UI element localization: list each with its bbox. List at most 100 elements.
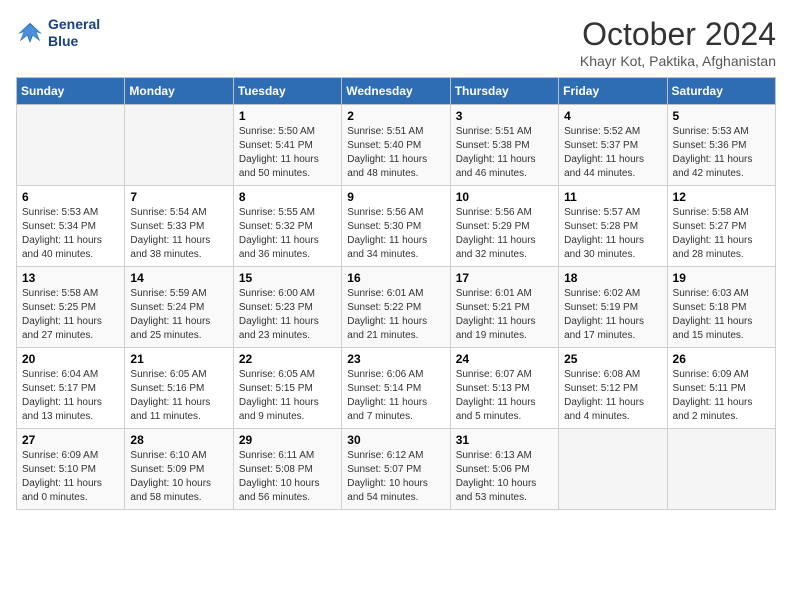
calendar-cell: 16 Sunrise: 6:01 AMSunset: 5:22 PMDayligh… xyxy=(342,267,450,348)
week-row-2: 6 Sunrise: 5:53 AMSunset: 5:34 PMDaylight… xyxy=(17,186,776,267)
day-info: Sunrise: 5:52 AMSunset: 5:37 PMDaylight:… xyxy=(564,125,661,181)
calendar-cell: 8 Sunrise: 5:55 AMSunset: 5:32 PMDaylight… xyxy=(233,186,341,267)
day-number: 3 xyxy=(456,109,553,123)
day-number: 29 xyxy=(239,433,336,447)
day-info: Sunrise: 6:02 AMSunset: 5:19 PMDaylight:… xyxy=(564,287,661,343)
week-row-4: 20Sunrise: 6:04 AMSunset: 5:17 PMDayligh… xyxy=(17,348,776,429)
day-number: 31 xyxy=(456,433,553,447)
day-header-wednesday: Wednesday xyxy=(342,78,450,105)
day-info: Sunrise: 5:59 AMSunset: 5:24 PMDaylight:… xyxy=(130,287,227,343)
day-info: Sunrise: 6:01 AMSunset: 5:22 PMDaylight:… xyxy=(347,287,444,343)
day-header-friday: Friday xyxy=(559,78,667,105)
calendar-cell: 5 Sunrise: 5:53 AMSunset: 5:36 PMDaylight… xyxy=(667,105,775,186)
header: General Blue October 2024 Khayr Kot, Pak… xyxy=(16,16,776,69)
day-info: Sunrise: 6:01 AMSunset: 5:21 PMDaylight:… xyxy=(456,287,553,343)
day-number: 25 xyxy=(564,352,661,366)
calendar-cell: 7 Sunrise: 5:54 AMSunset: 5:33 PMDaylight… xyxy=(125,186,233,267)
day-number: 30 xyxy=(347,433,444,447)
day-info: Sunrise: 5:51 AMSunset: 5:40 PMDaylight:… xyxy=(347,125,444,181)
day-info: Sunrise: 6:09 AMSunset: 5:10 PMDaylight:… xyxy=(22,449,119,505)
calendar-cell: 20Sunrise: 6:04 AMSunset: 5:17 PMDayligh… xyxy=(17,348,125,429)
day-info: Sunrise: 6:11 AMSunset: 5:08 PMDaylight:… xyxy=(239,449,336,505)
calendar-cell: 25 Sunrise: 6:08 AMSunset: 5:12 PMDayligh… xyxy=(559,348,667,429)
day-info: Sunrise: 5:55 AMSunset: 5:32 PMDaylight:… xyxy=(239,206,336,262)
calendar-cell: 23Sunrise: 6:06 AMSunset: 5:14 PMDayligh… xyxy=(342,348,450,429)
day-header-tuesday: Tuesday xyxy=(233,78,341,105)
day-number: 22 xyxy=(239,352,336,366)
calendar-cell: 6 Sunrise: 5:53 AMSunset: 5:34 PMDaylight… xyxy=(17,186,125,267)
day-number: 27 xyxy=(22,433,119,447)
day-number: 2 xyxy=(347,109,444,123)
calendar-cell: 18 Sunrise: 6:02 AMSunset: 5:19 PMDayligh… xyxy=(559,267,667,348)
calendar-cell: 11Sunrise: 5:57 AMSunset: 5:28 PMDayligh… xyxy=(559,186,667,267)
day-number: 8 xyxy=(239,190,336,204)
day-info: Sunrise: 5:53 AMSunset: 5:36 PMDaylight:… xyxy=(673,125,770,181)
day-number: 1 xyxy=(239,109,336,123)
header-row: SundayMondayTuesdayWednesdayThursdayFrid… xyxy=(17,78,776,105)
title-area: October 2024 Khayr Kot, Paktika, Afghani… xyxy=(580,16,776,69)
day-number: 20 xyxy=(22,352,119,366)
month-title: October 2024 xyxy=(580,16,776,53)
calendar-cell: 27 Sunrise: 6:09 AMSunset: 5:10 PMDayligh… xyxy=(17,429,125,510)
calendar-cell: 21Sunrise: 6:05 AMSunset: 5:16 PMDayligh… xyxy=(125,348,233,429)
day-info: Sunrise: 5:50 AMSunset: 5:41 PMDaylight:… xyxy=(239,125,336,181)
calendar-cell: 15 Sunrise: 6:00 AMSunset: 5:23 PMDayligh… xyxy=(233,267,341,348)
day-number: 15 xyxy=(239,271,336,285)
day-info: Sunrise: 6:12 AMSunset: 5:07 PMDaylight:… xyxy=(347,449,444,505)
logo: General Blue xyxy=(16,16,100,50)
day-info: Sunrise: 5:56 AMSunset: 5:29 PMDaylight:… xyxy=(456,206,553,262)
day-info: Sunrise: 5:53 AMSunset: 5:34 PMDaylight:… xyxy=(22,206,119,262)
day-number: 12 xyxy=(673,190,770,204)
calendar-cell: 12Sunrise: 5:58 AMSunset: 5:27 PMDayligh… xyxy=(667,186,775,267)
calendar-cell: 14Sunrise: 5:59 AMSunset: 5:24 PMDayligh… xyxy=(125,267,233,348)
calendar-cell: 3 Sunrise: 5:51 AMSunset: 5:38 PMDaylight… xyxy=(450,105,558,186)
calendar-cell: 10 Sunrise: 5:56 AMSunset: 5:29 PMDayligh… xyxy=(450,186,558,267)
day-number: 9 xyxy=(347,190,444,204)
day-number: 16 xyxy=(347,271,444,285)
calendar-cell: 4Sunrise: 5:52 AMSunset: 5:37 PMDaylight… xyxy=(559,105,667,186)
day-number: 18 xyxy=(564,271,661,285)
calendar-cell xyxy=(559,429,667,510)
day-info: Sunrise: 5:51 AMSunset: 5:38 PMDaylight:… xyxy=(456,125,553,181)
day-info: Sunrise: 6:08 AMSunset: 5:12 PMDaylight:… xyxy=(564,368,661,424)
day-header-thursday: Thursday xyxy=(450,78,558,105)
day-number: 10 xyxy=(456,190,553,204)
day-info: Sunrise: 6:05 AMSunset: 5:15 PMDaylight:… xyxy=(239,368,336,424)
day-number: 7 xyxy=(130,190,227,204)
day-number: 6 xyxy=(22,190,119,204)
week-row-5: 27 Sunrise: 6:09 AMSunset: 5:10 PMDayligh… xyxy=(17,429,776,510)
day-info: Sunrise: 6:06 AMSunset: 5:14 PMDaylight:… xyxy=(347,368,444,424)
calendar-cell: 17 Sunrise: 6:01 AMSunset: 5:21 PMDayligh… xyxy=(450,267,558,348)
day-number: 17 xyxy=(456,271,553,285)
logo-icon xyxy=(16,21,44,45)
day-info: Sunrise: 6:09 AMSunset: 5:11 PMDaylight:… xyxy=(673,368,770,424)
day-header-saturday: Saturday xyxy=(667,78,775,105)
day-info: Sunrise: 5:54 AMSunset: 5:33 PMDaylight:… xyxy=(130,206,227,262)
calendar-cell: 22 Sunrise: 6:05 AMSunset: 5:15 PMDayligh… xyxy=(233,348,341,429)
day-info: Sunrise: 6:05 AMSunset: 5:16 PMDaylight:… xyxy=(130,368,227,424)
day-info: Sunrise: 6:00 AMSunset: 5:23 PMDaylight:… xyxy=(239,287,336,343)
logo-text: General Blue xyxy=(48,16,100,50)
calendar-cell: 28 Sunrise: 6:10 AMSunset: 5:09 PMDayligh… xyxy=(125,429,233,510)
calendar-cell: 31Sunrise: 6:13 AMSunset: 5:06 PMDayligh… xyxy=(450,429,558,510)
calendar-cell: 9 Sunrise: 5:56 AMSunset: 5:30 PMDaylight… xyxy=(342,186,450,267)
week-row-1: 1 Sunrise: 5:50 AMSunset: 5:41 PMDaylight… xyxy=(17,105,776,186)
day-number: 11 xyxy=(564,190,661,204)
day-info: Sunrise: 6:07 AMSunset: 5:13 PMDaylight:… xyxy=(456,368,553,424)
day-number: 24 xyxy=(456,352,553,366)
day-number: 5 xyxy=(673,109,770,123)
calendar-cell xyxy=(667,429,775,510)
day-info: Sunrise: 6:10 AMSunset: 5:09 PMDaylight:… xyxy=(130,449,227,505)
day-number: 28 xyxy=(130,433,227,447)
week-row-3: 13 Sunrise: 5:58 AMSunset: 5:25 PMDayligh… xyxy=(17,267,776,348)
day-info: Sunrise: 5:56 AMSunset: 5:30 PMDaylight:… xyxy=(347,206,444,262)
calendar-cell: 29 Sunrise: 6:11 AMSunset: 5:08 PMDayligh… xyxy=(233,429,341,510)
day-header-sunday: Sunday xyxy=(17,78,125,105)
day-info: Sunrise: 6:03 AMSunset: 5:18 PMDaylight:… xyxy=(673,287,770,343)
day-number: 13 xyxy=(22,271,119,285)
location-title: Khayr Kot, Paktika, Afghanistan xyxy=(580,53,776,69)
calendar-cell: 13 Sunrise: 5:58 AMSunset: 5:25 PMDayligh… xyxy=(17,267,125,348)
day-info: Sunrise: 5:58 AMSunset: 5:25 PMDaylight:… xyxy=(22,287,119,343)
day-number: 26 xyxy=(673,352,770,366)
calendar-cell: 1 Sunrise: 5:50 AMSunset: 5:41 PMDaylight… xyxy=(233,105,341,186)
